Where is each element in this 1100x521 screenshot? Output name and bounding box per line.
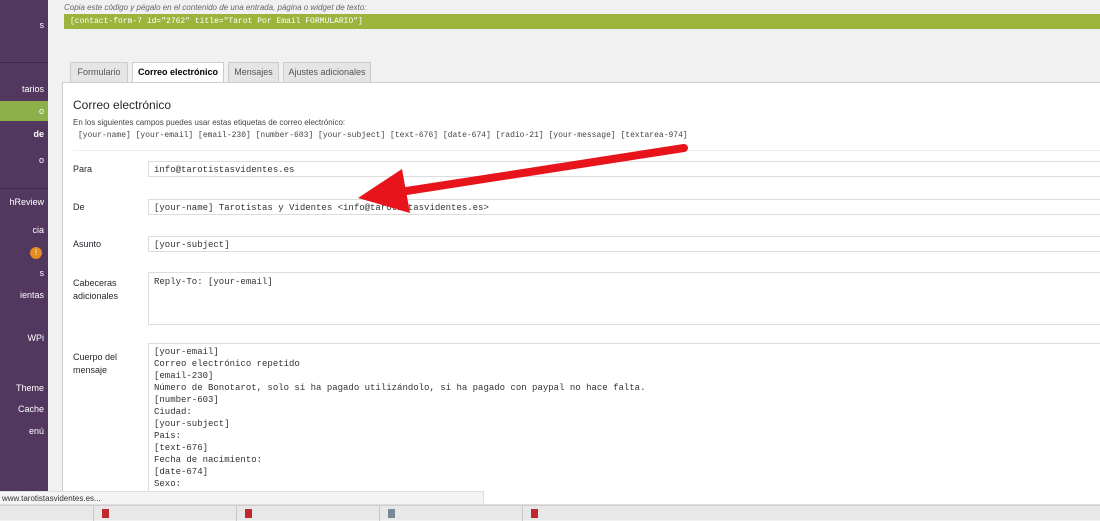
sidebar-item-label: hReview bbox=[9, 197, 44, 207]
taskbar-item-3[interactable] bbox=[379, 506, 521, 521]
sidebar-item-label: s bbox=[39, 268, 45, 278]
sidebar-item-1[interactable]: s bbox=[0, 15, 48, 35]
sidebar-item-label: Theme bbox=[15, 383, 44, 393]
panel-title: Correo electrónico bbox=[73, 98, 172, 112]
sidebar-item-cache[interactable]: Cache bbox=[0, 399, 48, 419]
mail-tags-intro: En los siguientes campos puedes usar est… bbox=[73, 118, 346, 127]
status-bar-url: www.tarotistasvidentes.es... bbox=[0, 491, 484, 505]
message-body-label: Cuerpo del mensaje bbox=[73, 352, 118, 375]
taskbar-item-4[interactable] bbox=[522, 506, 664, 521]
additional-headers-label: Cabeceras adicionales bbox=[73, 278, 119, 301]
divider bbox=[73, 150, 1100, 151]
sidebar-item-review[interactable]: hReview bbox=[0, 192, 48, 212]
sidebar-item-submenu-1[interactable]: de bbox=[0, 124, 48, 144]
message-body-field[interactable]: [your-email] Correo electrónico repetido… bbox=[148, 343, 1100, 505]
sidebar-item-label: enú bbox=[28, 426, 44, 436]
sidebar-item-label: s bbox=[39, 20, 45, 30]
shortcode-field[interactable]: [contact-form-7 id="2762" title="Tarot P… bbox=[64, 14, 1100, 29]
sidebar-item-label: o bbox=[38, 155, 44, 165]
sidebar-item-label: ientas bbox=[19, 290, 44, 300]
taskbar-item-2[interactable] bbox=[236, 506, 378, 521]
from-field[interactable]: [your-name] Tarotistas y Videntes <info@… bbox=[148, 199, 1100, 215]
tab-email[interactable]: Correo electrónico bbox=[132, 62, 224, 83]
sidebar-item-label: de bbox=[33, 129, 44, 139]
additional-headers-field[interactable]: Reply-To: [your-email] bbox=[148, 272, 1100, 325]
sidebar-item-label: Cache bbox=[17, 404, 44, 414]
sidebar-item-tools[interactable]: ientas bbox=[0, 285, 48, 305]
subject-label: Asunto bbox=[73, 239, 102, 249]
tab-additional-settings[interactable]: Ajustes adicionales bbox=[283, 62, 371, 82]
update-badge: ! bbox=[30, 247, 42, 259]
app-icon bbox=[388, 509, 395, 518]
sidebar-item-appearance[interactable]: cia bbox=[0, 220, 48, 240]
sidebar-item-label: tarios bbox=[21, 84, 44, 94]
tab-messages[interactable]: Mensajes bbox=[228, 62, 279, 82]
sidebar-item-wpi[interactable]: WPi bbox=[0, 328, 48, 348]
sidebar-item-label: o bbox=[38, 106, 44, 116]
subject-field[interactable]: [your-subject] bbox=[148, 236, 1100, 252]
app-icon bbox=[245, 509, 252, 518]
to-field[interactable]: info@tarotistasvidentes.es bbox=[148, 161, 1100, 177]
sidebar-item-menu[interactable]: enú bbox=[0, 421, 48, 441]
sidebar-separator bbox=[0, 62, 48, 63]
taskbar bbox=[0, 505, 1100, 521]
sidebar-item-label: cia bbox=[32, 225, 44, 235]
mail-tags-list: [your-name] [your-email] [email-230] [nu… bbox=[78, 131, 688, 140]
sidebar-item-contact[interactable]: o bbox=[0, 101, 48, 121]
from-label: De bbox=[73, 202, 85, 212]
sidebar-item-plugins[interactable]: s bbox=[0, 263, 48, 283]
sidebar-item-comments[interactable]: tarios bbox=[0, 79, 48, 99]
sidebar-item-label: WPi bbox=[27, 333, 45, 343]
taskbar-item-1[interactable] bbox=[93, 506, 235, 521]
admin-sidebar: s tarios o de o hReview cia ! s ientas W… bbox=[0, 0, 48, 505]
sidebar-separator bbox=[0, 188, 48, 189]
shortcode-hint: Copia este código y pégalo en el conteni… bbox=[64, 3, 367, 12]
sidebar-item-submenu-2[interactable]: o bbox=[0, 150, 48, 170]
sidebar-item-theme[interactable]: Theme bbox=[0, 378, 48, 398]
app-icon bbox=[531, 509, 538, 518]
to-label: Para bbox=[73, 164, 93, 174]
app-icon bbox=[102, 509, 109, 518]
tab-form[interactable]: Formulario bbox=[70, 62, 128, 82]
